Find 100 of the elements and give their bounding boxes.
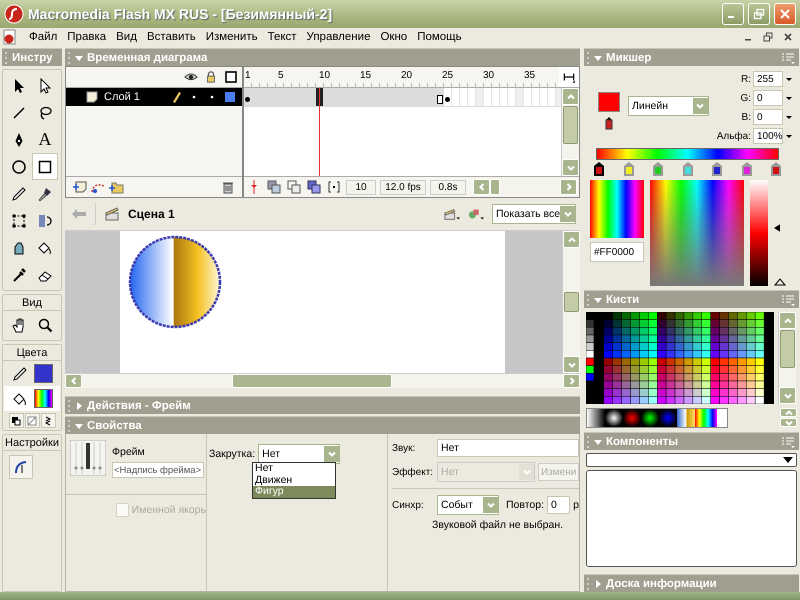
- scrollbar-thumb[interactable]: [780, 330, 795, 368]
- hue-spectrum[interactable]: [590, 180, 644, 238]
- channel-field[interactable]: 255: [753, 71, 783, 87]
- add-layer-icon[interactable]: [72, 180, 88, 194]
- stroke-color-swatch[interactable]: [34, 364, 52, 383]
- dropdown-option[interactable]: Нет: [253, 463, 335, 474]
- menu-item[interactable]: Помощь: [412, 31, 467, 43]
- scrollbar-thumb[interactable]: [563, 106, 578, 144]
- vertical-scrollbar[interactable]: [562, 231, 580, 373]
- menu-item[interactable]: Управление: [302, 31, 376, 43]
- expand-triangle-icon[interactable]: [774, 278, 786, 286]
- tool-button[interactable]: A: [32, 126, 58, 153]
- tween-label: Закрутка:: [209, 448, 256, 460]
- chevron-up-icon: [566, 234, 576, 244]
- gripper-icon: [67, 398, 71, 412]
- outline-icon[interactable]: [224, 71, 238, 83]
- trash-icon[interactable]: [220, 180, 236, 194]
- brightness-marker-icon[interactable]: [774, 224, 780, 232]
- panel-menu-icon[interactable]: [781, 294, 795, 306]
- frame-row[interactable]: [244, 88, 561, 107]
- repeat-field[interactable]: 0: [547, 496, 570, 514]
- menu-item[interactable]: Правка: [62, 31, 112, 43]
- lock-dot-icon[interactable]: [210, 95, 214, 99]
- line-icon: [11, 104, 27, 120]
- section-label: Цвета: [3, 347, 61, 361]
- panel-title: Кисти: [606, 294, 640, 306]
- color-swatch[interactable]: [598, 92, 620, 112]
- gradient-pointer[interactable]: [594, 162, 604, 176]
- gradient-pointer[interactable]: [712, 162, 722, 176]
- scene-name[interactable]: Сцена 1: [128, 207, 175, 221]
- eye-icon[interactable]: [184, 71, 198, 83]
- edit-symbol-icon[interactable]: [468, 207, 484, 221]
- panel-title: Микшер: [606, 52, 652, 64]
- dropdown-option[interactable]: Движен: [253, 474, 335, 486]
- layer-row[interactable]: Слой 1: [66, 88, 242, 106]
- menu-item[interactable]: Окно: [375, 31, 412, 43]
- sound-dropdown[interactable]: Нет: [437, 439, 579, 457]
- fill-style-dropdown[interactable]: Линейн: [628, 96, 709, 116]
- frame-ruler[interactable]: 1 5 10 15 20 25 30 35: [244, 67, 559, 87]
- panel-menu-icon[interactable]: [781, 436, 795, 448]
- lock-icon[interactable]: [204, 71, 218, 83]
- channel-field[interactable]: 0: [753, 109, 783, 125]
- frame-label-field[interactable]: <Надпись фрейма>: [112, 462, 204, 478]
- onion-outline-icon[interactable]: [286, 180, 302, 194]
- edit-multiple-frames-icon[interactable]: [306, 180, 322, 194]
- vertical-scrollbar[interactable]: [778, 312, 796, 404]
- visibility-dot-icon[interactable]: [192, 95, 196, 99]
- hex-color-field[interactable]: #FF0000: [590, 242, 644, 262]
- dropdown-arrow-icon[interactable]: [785, 113, 793, 121]
- smooth-button[interactable]: [9, 455, 33, 479]
- scrollbar-thumb[interactable]: [564, 292, 579, 312]
- outline-color-icon[interactable]: [224, 91, 236, 103]
- vertical-scrollbar[interactable]: [561, 88, 579, 176]
- color-field[interactable]: [650, 180, 744, 286]
- channel-field[interactable]: 0: [753, 90, 783, 106]
- zoom-dropdown[interactable]: Показать все: [492, 204, 576, 224]
- menu-item[interactable]: Изменить: [200, 31, 263, 43]
- chevron-down-icon: [522, 467, 532, 477]
- effect-label: Эффект:: [392, 466, 434, 478]
- menu-item[interactable]: Вид: [111, 31, 142, 43]
- tool-button[interactable]: [32, 153, 58, 180]
- type-label: Фрейм: [112, 446, 146, 458]
- channel-label: B:: [742, 112, 751, 122]
- swap-colors-button[interactable]: [40, 413, 56, 428]
- pencil-icon: [12, 366, 28, 382]
- fill-color-swatch[interactable]: [34, 389, 52, 408]
- channel-field[interactable]: 100%: [753, 128, 783, 144]
- repeat-unit: р: [573, 499, 579, 511]
- dropdown-arrow-icon[interactable]: [785, 94, 793, 102]
- brightness-bar[interactable]: [750, 180, 768, 286]
- default-colors-button[interactable]: [8, 413, 24, 428]
- menu-item[interactable]: Файл: [24, 31, 62, 43]
- swatch-grid-drawing[interactable]: [586, 312, 774, 404]
- dropdown-arrow-icon[interactable]: [785, 75, 793, 83]
- dropdown-arrow-icon[interactable]: [785, 132, 793, 140]
- no-color-button[interactable]: [24, 413, 40, 428]
- dropdown-arrow-icon: [783, 456, 793, 464]
- menu-item[interactable]: Текст: [262, 31, 302, 43]
- sync-dropdown[interactable]: Событ: [437, 495, 499, 515]
- edit-scene-icon[interactable]: [444, 207, 460, 221]
- color-row[interactable]: [4, 386, 60, 411]
- panel-title: Действия - Фрейм: [87, 400, 191, 412]
- channel-label: R:: [741, 74, 751, 84]
- tween-dropdown[interactable]: Нет: [258, 444, 340, 464]
- onion-skin-icon[interactable]: [266, 180, 282, 194]
- gradient-swatches-drawing[interactable]: [586, 408, 728, 428]
- component-list[interactable]: [586, 470, 797, 567]
- dropdown-option[interactable]: Фигур: [253, 486, 335, 498]
- gradient-bar[interactable]: [596, 148, 779, 160]
- panel-menu-icon[interactable]: [781, 52, 795, 64]
- gradient-circle[interactable]: [128, 235, 222, 329]
- component-set-dropdown[interactable]: [586, 453, 797, 467]
- add-folder-icon[interactable]: [108, 180, 124, 194]
- gripper-icon: [4, 50, 8, 64]
- default-colors-icon: [11, 416, 21, 426]
- pencil-icon: [170, 91, 182, 103]
- close-icon: [779, 8, 791, 20]
- menu-item[interactable]: Вставить: [142, 31, 201, 43]
- close-button[interactable]: [774, 3, 796, 25]
- onion-markers-icon[interactable]: [326, 180, 342, 194]
